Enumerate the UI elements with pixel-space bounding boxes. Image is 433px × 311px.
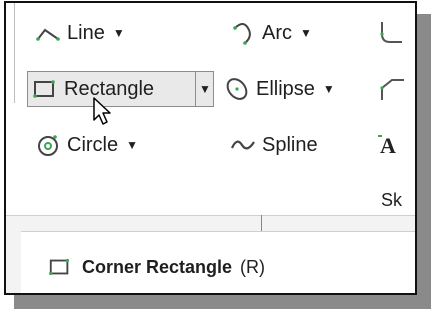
sketch-group-label: Sk	[381, 190, 403, 210]
ellipse-label: Ellipse	[256, 77, 315, 100]
circle-icon	[35, 132, 61, 158]
chamfer-tool[interactable]	[378, 73, 410, 105]
spline-tool[interactable]: Spline	[230, 129, 318, 161]
band-separator	[6, 215, 415, 216]
sketch-ribbon-panel: Line ▼ Arc ▼ Rectangle ▼ Ellipse ▼ Circl…	[4, 1, 417, 295]
spline-icon	[230, 132, 256, 158]
spline-label: Spline	[262, 133, 318, 156]
rectangle-icon	[32, 76, 58, 102]
tooltip-rectangle-icon	[48, 255, 72, 279]
tooltip-title: Corner Rectangle	[82, 256, 233, 277]
ellipse-tool[interactable]: Ellipse ▼	[224, 73, 335, 105]
line-tool[interactable]: Line ▼	[35, 17, 125, 49]
circle-tool[interactable]: Circle ▼	[35, 129, 138, 161]
mouse-pointer-icon	[92, 97, 114, 127]
fillet-tool[interactable]	[378, 17, 410, 49]
ellipse-dropdown-arrow[interactable]: ▼	[323, 82, 335, 96]
arc-icon	[230, 20, 256, 46]
text-icon: A	[378, 132, 404, 158]
line-icon	[35, 20, 61, 46]
fillet-icon	[378, 20, 404, 46]
text-tool[interactable]: A	[378, 129, 410, 161]
svg-text:A: A	[380, 133, 396, 158]
arc-tool[interactable]: Arc ▼	[230, 17, 312, 49]
line-dropdown-arrow[interactable]: ▼	[113, 26, 125, 40]
rectangle-dropdown-arrow[interactable]: ▼	[195, 71, 214, 107]
arc-label: Arc	[262, 21, 292, 44]
circle-dropdown-arrow[interactable]: ▼	[126, 138, 138, 152]
arc-dropdown-arrow[interactable]: ▼	[300, 26, 312, 40]
line-label: Line	[67, 21, 105, 44]
circle-label: Circle	[67, 133, 119, 156]
panel-divider	[14, 3, 15, 103]
chamfer-icon	[378, 76, 404, 102]
tooltip: Corner Rectangle (R)	[21, 231, 415, 293]
ellipse-icon	[224, 76, 250, 102]
tooltip-shortcut: (R)	[240, 256, 266, 277]
